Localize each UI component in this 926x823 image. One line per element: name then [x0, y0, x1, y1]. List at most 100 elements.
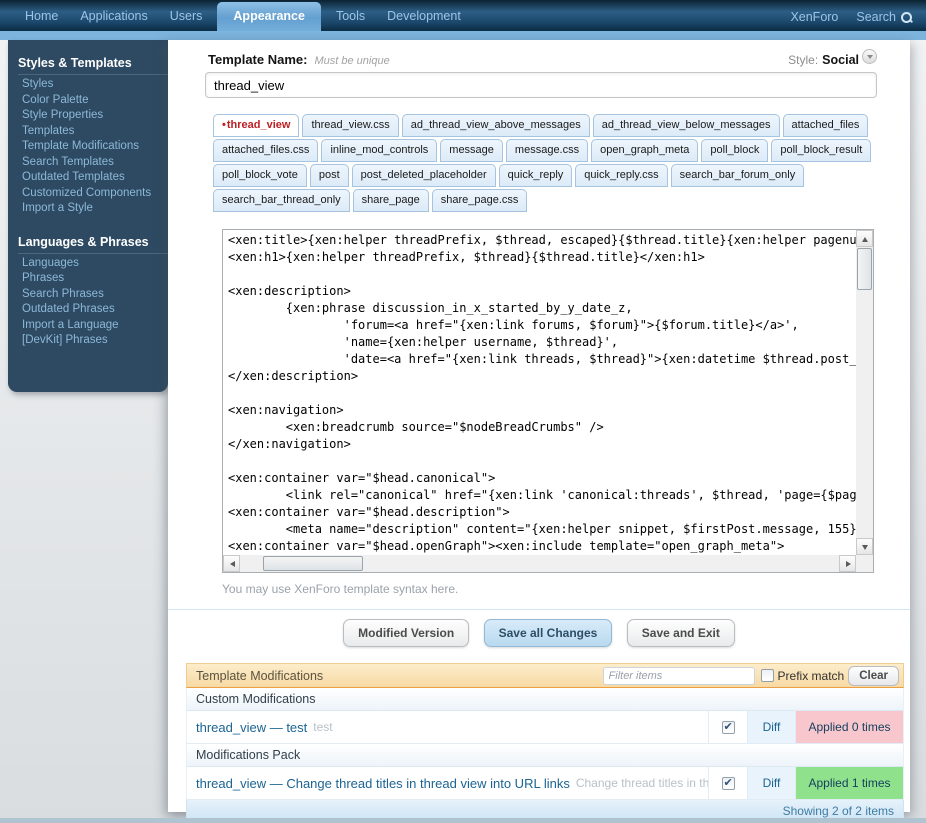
sidebar-item-color-palette[interactable]: Color Palette — [8, 93, 168, 109]
clear-button[interactable]: Clear — [848, 666, 899, 686]
sidebar-item-devkit-phrases[interactable]: [DevKit] Phrases — [8, 333, 168, 349]
nav-right: XenForo Search — [790, 10, 912, 31]
modification-title-link[interactable]: thread_view — test — [196, 720, 307, 735]
sidebar-item-template-modifications[interactable]: Template Modifications — [8, 139, 168, 155]
template-modifications-block: Template Modifications Prefix match Clea… — [186, 663, 904, 823]
sidebar-item-import-a-language[interactable]: Import a Language — [8, 318, 168, 334]
vertical-scroll-thumb[interactable] — [857, 248, 872, 290]
applied-times-badge[interactable]: Applied 1 times — [795, 767, 903, 799]
tab-quick-reply-css[interactable]: quick_reply.css — [575, 164, 667, 187]
sidebar-section-title-styles-templates: Styles & Templates — [18, 56, 168, 75]
syntax-note: You may use XenForo template syntax here… — [222, 582, 910, 596]
modifications-groups: Custom Modifications thread_view — test te… — [186, 688, 904, 800]
modification-title-link[interactable]: thread_view — Change thread titles in th… — [196, 776, 570, 791]
modified-version-button[interactable]: Modified Version — [343, 619, 469, 647]
nav-item-users[interactable]: Users — [159, 2, 214, 31]
tab-search-bar-forum-only[interactable]: search_bar_forum_only — [671, 164, 805, 187]
group-heading-custom-modifications: Custom Modifications — [186, 688, 904, 711]
code-editor[interactable]: <xen:title>{xen:helper threadPrefix, $th… — [222, 229, 874, 573]
nav-item-home[interactable]: Home — [14, 2, 69, 31]
sidebar-item-style-properties[interactable]: Style Properties — [8, 108, 168, 124]
tab-post[interactable]: post — [310, 164, 349, 187]
scroll-right-icon[interactable] — [839, 555, 856, 572]
sidebar-section-title-languages-phrases: Languages & Phrases — [18, 235, 168, 254]
sidebar-item-customized-components[interactable]: Customized Components — [8, 186, 168, 202]
search-label[interactable]: Search — [856, 10, 896, 24]
template-name-row: Template Name: Must be unique Style: Soc… — [208, 49, 877, 67]
modification-main: thread_view — Change thread titles in th… — [187, 767, 708, 799]
tab-poll-block-result[interactable]: poll_block_result — [771, 139, 871, 162]
sidebar-item-outdated-templates[interactable]: Outdated Templates — [8, 170, 168, 186]
scroll-up-icon[interactable] — [856, 230, 873, 247]
nav-substrip — [0, 31, 926, 40]
modification-enabled-checkbox[interactable] — [722, 777, 735, 790]
sidebar-item-templates[interactable]: Templates — [8, 124, 168, 140]
template-name-input[interactable] — [205, 72, 877, 98]
sidebar-item-styles[interactable]: Styles — [8, 77, 168, 93]
tab-message[interactable]: message — [440, 139, 503, 162]
nav-item-development[interactable]: Development — [376, 2, 472, 31]
modification-subtitle: Change thread titles in thread — [576, 776, 708, 790]
tab-quick-reply[interactable]: quick_reply — [499, 164, 573, 187]
tab-ad-thread-view-below-messages[interactable]: ad_thread_view_below_messages — [593, 114, 780, 137]
modification-main: thread_view — test test — [187, 711, 708, 743]
prefix-match-checkbox[interactable] — [761, 669, 774, 682]
save-and-exit-button[interactable]: Save and Exit — [627, 619, 735, 647]
code-content[interactable]: <xen:title>{xen:helper threadPrefix, $th… — [223, 230, 856, 555]
top-nav-items: HomeApplicationsUsersAppearanceToolsDeve… — [14, 2, 472, 31]
scroll-left-icon[interactable] — [223, 555, 240, 572]
sidebar-section-gap — [8, 217, 168, 229]
tab-share-page[interactable]: share_page — [353, 189, 429, 212]
sidebar: Styles & Templates StylesColor PaletteSty… — [8, 40, 168, 392]
tab-thread-view-css[interactable]: thread_view.css — [302, 114, 398, 137]
save-all-changes-button[interactable]: Save all Changes — [484, 619, 613, 647]
template-modifications-title: Template Modifications — [196, 669, 603, 683]
tab-search-bar-thread-only[interactable]: search_bar_thread_only — [213, 189, 350, 212]
tab-attached-files-css[interactable]: attached_files.css — [213, 139, 318, 162]
vertical-scrollbar[interactable] — [856, 230, 873, 555]
main-panel: Template Name: Must be unique Style: Soc… — [168, 40, 910, 812]
diff-link[interactable]: Diff — [747, 711, 795, 743]
applied-times-badge[interactable]: Applied 0 times — [795, 711, 903, 743]
tab-poll-block[interactable]: poll_block — [701, 139, 768, 162]
group-heading-modifications-pack: Modifications Pack — [186, 744, 904, 767]
modification-row: thread_view — test test DiffApplied 0 time… — [186, 711, 904, 744]
modification-enabled-checkbox[interactable] — [722, 721, 735, 734]
nav-item-applications[interactable]: Applications — [69, 2, 158, 31]
scroll-down-icon[interactable] — [856, 538, 873, 555]
horizontal-scrollbar[interactable] — [223, 555, 856, 572]
brand-link[interactable]: XenForo — [790, 10, 838, 24]
tab-open-graph-meta[interactable]: open_graph_meta — [591, 139, 698, 162]
modification-row: thread_view — Change thread titles in th… — [186, 767, 904, 800]
tab-ad-thread-view-above-messages[interactable]: ad_thread_view_above_messages — [402, 114, 590, 137]
diff-link[interactable]: Diff — [747, 767, 795, 799]
style-value: Social — [822, 53, 859, 67]
modification-subtitle: test — [313, 720, 332, 734]
modification-enabled-cell — [708, 767, 747, 799]
tab-share-page-css[interactable]: share_page.css — [432, 189, 528, 212]
style-dropdown-icon[interactable] — [862, 49, 877, 64]
modification-enabled-cell — [708, 711, 747, 743]
horizontal-scroll-thumb[interactable] — [263, 556, 363, 571]
sidebar-item-phrases[interactable]: Phrases — [8, 271, 168, 287]
tab-message-css[interactable]: message.css — [506, 139, 588, 162]
tab-post-deleted-placeholder[interactable]: post_deleted_placeholder — [352, 164, 496, 187]
template-name-hint: Must be unique — [314, 55, 788, 67]
tab-poll-block-vote[interactable]: poll_block_vote — [213, 164, 307, 187]
sidebar-item-outdated-phrases[interactable]: Outdated Phrases — [8, 302, 168, 318]
sidebar-item-search-phrases[interactable]: Search Phrases — [8, 287, 168, 303]
nav-search[interactable]: Search — [856, 10, 912, 24]
sidebar-item-search-templates[interactable]: Search Templates — [8, 155, 168, 171]
sidebar-item-import-a-style[interactable]: Import a Style — [8, 201, 168, 217]
tab-inline-mod-controls[interactable]: inline_mod_controls — [321, 139, 437, 162]
sidebar-item-languages[interactable]: Languages — [8, 256, 168, 272]
filter-items-input[interactable] — [603, 667, 755, 685]
template-name-label: Template Name: — [208, 52, 307, 67]
nav-item-tools[interactable]: Tools — [325, 2, 376, 31]
template-modifications-header: Template Modifications Prefix match Clea… — [186, 663, 904, 688]
button-row: Modified Version Save all Changes Save a… — [168, 619, 910, 647]
tab-thread-view[interactable]: thread_view — [213, 114, 299, 137]
search-icon[interactable] — [901, 12, 912, 23]
nav-item-appearance[interactable]: Appearance — [217, 2, 321, 31]
tab-attached-files[interactable]: attached_files — [783, 114, 869, 137]
